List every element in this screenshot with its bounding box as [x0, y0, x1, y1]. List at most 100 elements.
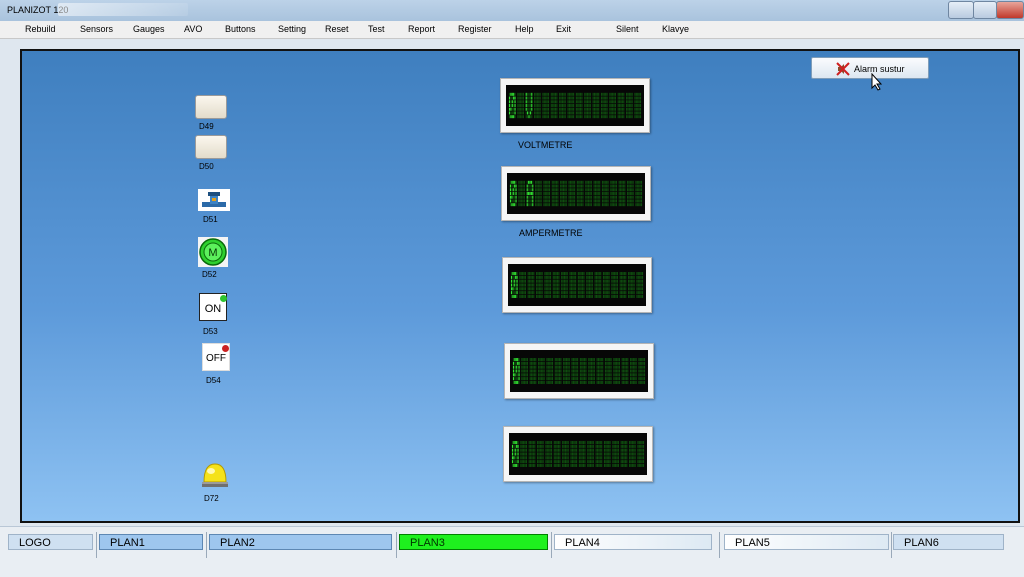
lcd-char-cell	[578, 441, 586, 467]
device-label-d51: D51	[203, 215, 218, 224]
menu-report[interactable]: Report	[408, 24, 435, 34]
menu-help[interactable]: Help	[515, 24, 534, 34]
lcd-char-cell	[542, 92, 550, 119]
gauge-display-5	[503, 426, 653, 482]
tab-plan6[interactable]: PLAN6	[893, 534, 1004, 550]
lcd-matrix	[508, 92, 642, 119]
lcd-char-cell	[617, 92, 625, 119]
lcd-char-cell	[551, 180, 559, 207]
lcd-char-cell	[509, 180, 517, 207]
lcd-char-cell	[560, 180, 567, 207]
menu-reset[interactable]: Reset	[325, 24, 349, 34]
status-led-red-icon	[222, 345, 229, 352]
lcd-char-cell	[613, 358, 620, 384]
on-switch-text: ON	[204, 303, 222, 315]
lcd-char-cell	[627, 180, 634, 207]
lcd-char-cell	[568, 180, 576, 207]
lcd-char-cell	[584, 92, 591, 119]
menu-test[interactable]: Test	[368, 24, 385, 34]
lcd-char-cell	[511, 441, 519, 467]
lcd-char-cell	[563, 358, 570, 384]
lcd-char-cell	[588, 358, 595, 384]
device-label-d54: D54	[206, 376, 221, 385]
tab-divider	[551, 532, 552, 558]
lcd-char-cell	[586, 272, 593, 298]
lcd-matrix	[511, 441, 645, 467]
tab-divider	[96, 532, 97, 558]
alarm-silence-button[interactable]: Alarm sustur	[811, 57, 929, 79]
lcd-char-cell	[508, 92, 516, 119]
tab-divider	[396, 532, 397, 558]
menu-rebuild[interactable]: Rebuild	[25, 24, 56, 34]
lamp-icon[interactable]	[195, 95, 227, 119]
tab-plan2[interactable]: PLAN2	[209, 534, 392, 550]
menu-setting[interactable]: Setting	[278, 24, 306, 34]
lcd-char-cell	[546, 358, 554, 384]
device-label-d52: D52	[202, 270, 217, 279]
lcd-char-cell	[562, 441, 569, 467]
lcd-char-cell	[537, 441, 544, 467]
menu-buttons[interactable]: Buttons	[225, 24, 256, 34]
lcd-char-cell	[611, 272, 618, 298]
valve-icon[interactable]	[198, 189, 230, 211]
mouse-cursor-icon	[871, 73, 883, 91]
lcd-char-cell	[635, 180, 643, 207]
off-switch-text: OFF	[206, 353, 226, 364]
status-led-green-icon	[220, 295, 227, 302]
lcd-char-cell	[628, 272, 635, 298]
menu-silent[interactable]: Silent	[616, 24, 639, 34]
tab-plan3-label: PLAN3	[410, 537, 445, 549]
menu-exit[interactable]: Exit	[556, 24, 571, 34]
close-button[interactable]	[996, 1, 1024, 19]
lcd-char-cell	[619, 272, 627, 298]
motor-icon[interactable]: M	[198, 237, 228, 267]
warning-beacon-icon[interactable]	[200, 460, 230, 490]
plan-tab-bar: LOGO PLAN1 PLAN2 PLAN3 PLAN4 PLAN5 PLAN6	[0, 526, 1024, 577]
lcd-char-cell	[585, 180, 592, 207]
menu-register[interactable]: Register	[458, 24, 492, 34]
lcd-char-cell	[527, 272, 535, 298]
motor-symbol: M	[208, 247, 217, 259]
menu-gauges[interactable]: Gauges	[133, 24, 165, 34]
lcd-char-cell	[521, 358, 528, 384]
tab-plan2-label: PLAN2	[220, 537, 255, 549]
tab-divider	[719, 532, 720, 558]
tab-plan4[interactable]: PLAN4	[554, 534, 712, 550]
lcd-char-cell	[576, 180, 584, 207]
lcd-matrix	[510, 272, 644, 298]
maximize-button[interactable]	[973, 1, 997, 19]
lcd-char-cell	[570, 441, 578, 467]
menu-bar: Rebuild Sensors Gauges AVO Buttons Setti…	[0, 21, 1024, 39]
lcd-char-cell	[594, 272, 602, 298]
lcd-char-cell	[529, 358, 537, 384]
tab-plan5[interactable]: PLAN5	[724, 534, 889, 550]
lcd-char-cell	[569, 272, 577, 298]
lamp-icon[interactable]	[195, 135, 227, 159]
lcd-char-cell	[545, 441, 553, 467]
lcd-char-cell	[571, 358, 579, 384]
plan-panel: Alarm sustur D49 D50 D51 M D52 ON D53 OF…	[20, 49, 1020, 523]
lcd-char-cell	[609, 92, 616, 119]
lcd-char-cell	[559, 92, 566, 119]
lcd-char-cell	[517, 92, 524, 119]
lcd-char-cell	[610, 180, 617, 207]
lcd-char-cell	[512, 358, 520, 384]
tab-plan1[interactable]: PLAN1	[99, 534, 203, 550]
device-label-d53: D53	[203, 327, 218, 336]
minimize-button[interactable]	[948, 1, 974, 19]
tab-plan3[interactable]: PLAN3	[399, 534, 548, 550]
menu-avo[interactable]: AVO	[184, 24, 202, 34]
gauge-display-4	[504, 343, 654, 399]
menu-sensors[interactable]: Sensors	[80, 24, 113, 34]
lcd-char-cell	[592, 92, 600, 119]
tab-logo-label: LOGO	[19, 537, 51, 549]
lcd-char-cell	[602, 272, 610, 298]
lcd-char-cell	[638, 358, 646, 384]
lcd-char-cell	[579, 358, 587, 384]
menu-klavye[interactable]: Klavye	[662, 24, 689, 34]
voltmeter-label: VOLTMETRE	[518, 140, 573, 150]
tab-logo[interactable]: LOGO	[8, 534, 93, 550]
device-label-d72: D72	[204, 494, 219, 503]
lcd-char-cell	[634, 92, 642, 119]
lcd-char-cell	[554, 358, 562, 384]
